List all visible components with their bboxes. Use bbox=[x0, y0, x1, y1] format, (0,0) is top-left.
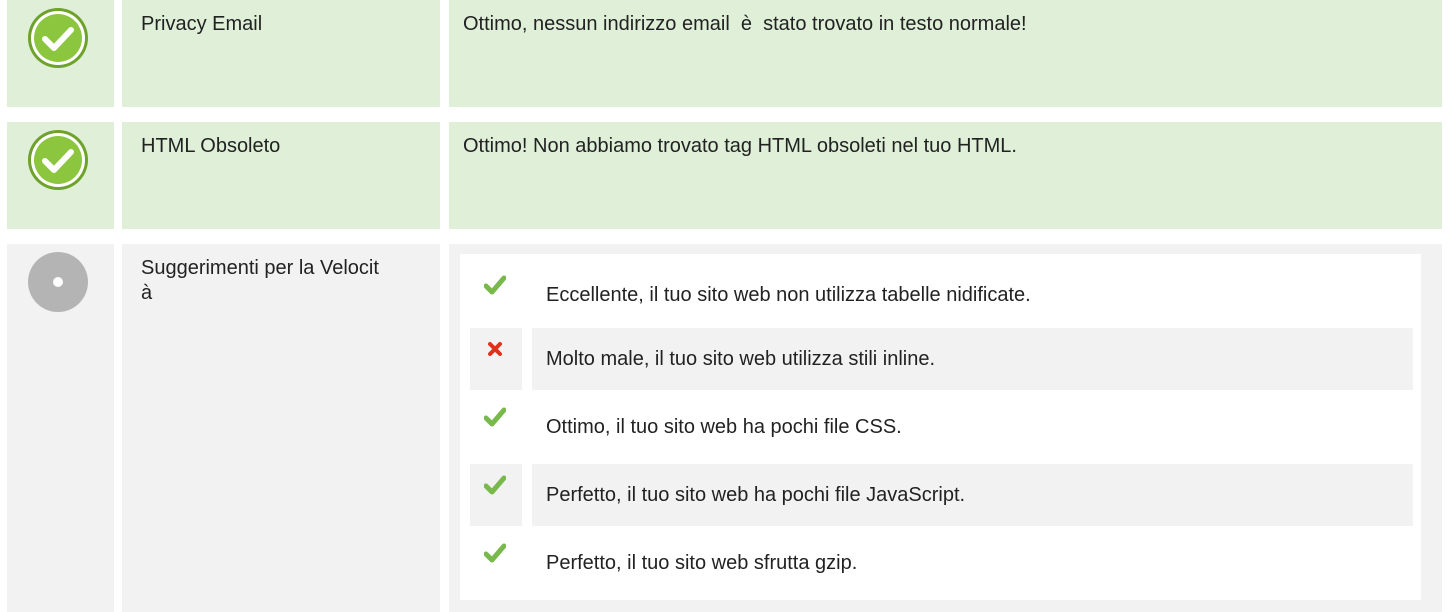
row-icon-cell bbox=[7, 122, 114, 229]
check-name: Suggerimenti per la Velocit à bbox=[141, 257, 379, 304]
tip-row: Eccellente, il tuo sito web non utilizza… bbox=[470, 264, 1413, 326]
check-message: Ottimo, nessun indirizzo email è stato t… bbox=[463, 13, 1027, 35]
tip-row: Ottimo, il tuo sito web ha pochi file CS… bbox=[470, 396, 1413, 458]
tip-text: Perfetto, il tuo sito web sfrutta gzip. bbox=[546, 552, 858, 574]
check-icon bbox=[483, 274, 507, 296]
check-message: Ottimo! Non abbiamo trovato tag HTML obs… bbox=[463, 135, 1017, 157]
check-name-cell: HTML Obsoleto bbox=[122, 122, 440, 229]
check-circle-icon bbox=[28, 8, 88, 68]
tip-text: Eccellente, il tuo sito web non utilizza… bbox=[546, 284, 1031, 306]
check-name: Privacy Email bbox=[141, 13, 263, 35]
check-icon bbox=[483, 542, 507, 564]
check-name-cell: Suggerimenti per la Velocit à bbox=[122, 244, 440, 612]
check-icon bbox=[483, 474, 507, 496]
tip-text: Molto male, il tuo sito web utilizza sti… bbox=[532, 328, 1413, 390]
tip-row: Perfetto, il tuo sito web sfrutta gzip. bbox=[470, 532, 1413, 594]
row-icon-cell bbox=[7, 244, 114, 612]
tip-text: Perfetto, il tuo sito web ha pochi file … bbox=[532, 464, 1413, 526]
tips-panel: Eccellente, il tuo sito web non utilizza… bbox=[460, 254, 1421, 600]
cross-icon bbox=[484, 338, 506, 360]
check-circle-icon bbox=[28, 130, 88, 190]
info-circle-icon bbox=[28, 252, 88, 312]
check-message-cell: Ottimo! Non abbiamo trovato tag HTML obs… bbox=[449, 122, 1442, 229]
tip-row: Molto male, il tuo sito web utilizza sti… bbox=[470, 328, 1413, 390]
check-name-cell: Privacy Email bbox=[122, 0, 440, 107]
check-icon bbox=[483, 406, 507, 428]
check-name: HTML Obsoleto bbox=[141, 135, 281, 157]
check-message-cell: Ottimo, nessun indirizzo email è stato t… bbox=[449, 0, 1442, 107]
tip-row: Perfetto, il tuo sito web ha pochi file … bbox=[470, 464, 1413, 526]
row-icon-cell bbox=[7, 0, 114, 107]
tip-text: Ottimo, il tuo sito web ha pochi file CS… bbox=[546, 416, 902, 438]
